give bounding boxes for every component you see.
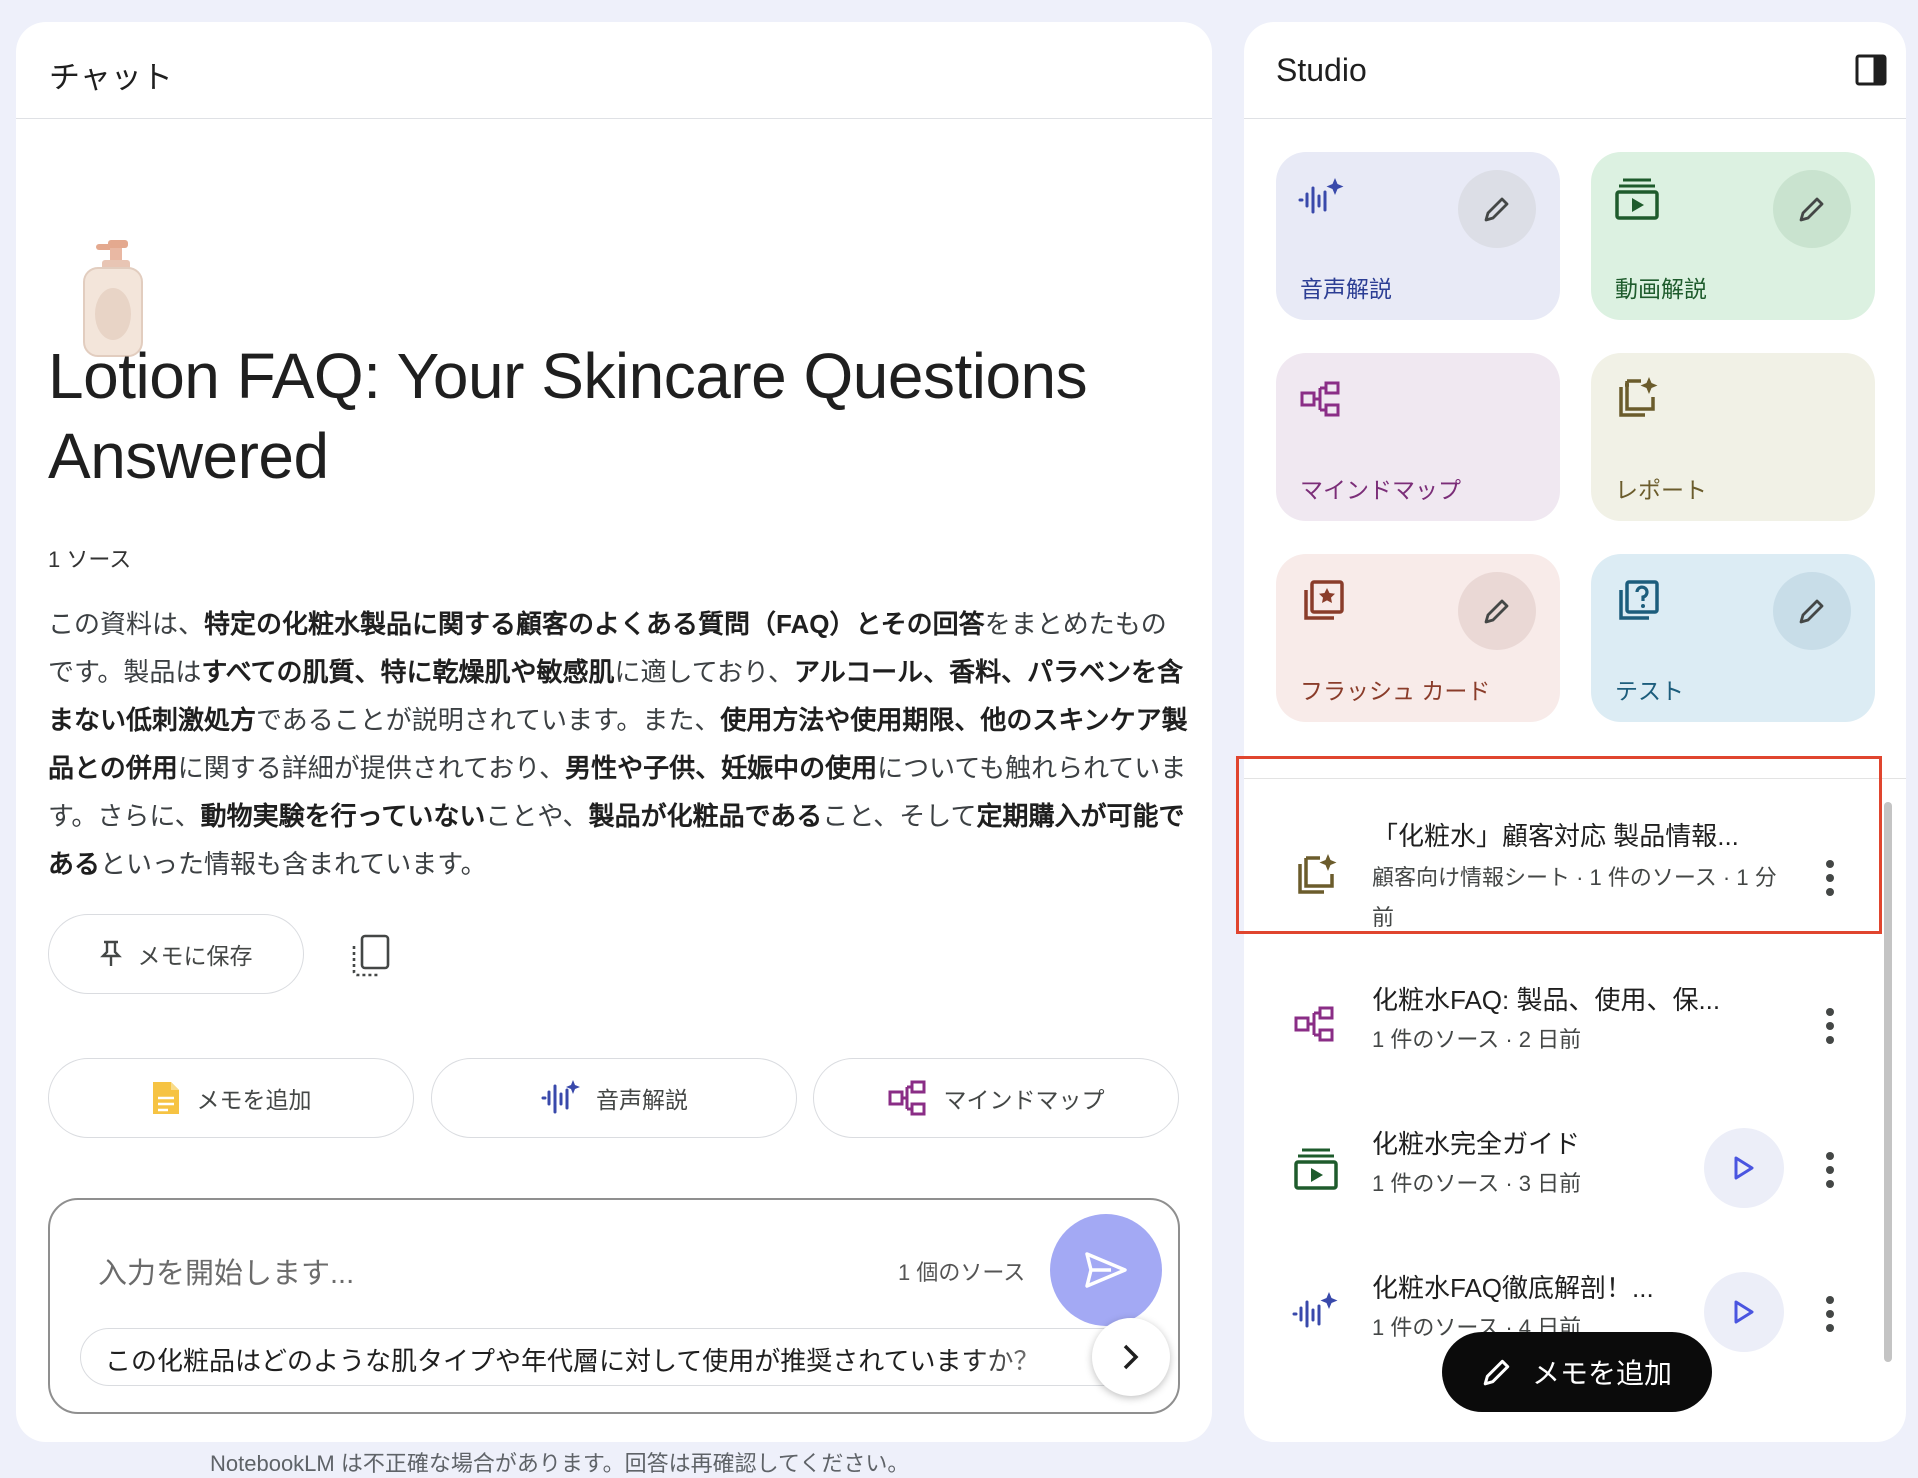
chat-header: チャット (16, 22, 1212, 119)
studio-note-item[interactable]: 化粧水完全ガイド 1 件のソース · 3 日前 (1244, 1106, 1884, 1246)
chat-input-box[interactable]: 入力を開始します... 1 個のソース この化粧品はどのような肌タイプや年代層に… (48, 1198, 1180, 1414)
studio-title: Studio (1276, 52, 1367, 88)
document-summary: この資料は、特定の化粧水製品に関する顧客のよくある質問（FAQ）とその回答をまと… (48, 600, 1188, 888)
more-vert-icon[interactable] (1820, 1146, 1840, 1194)
more-vert-icon[interactable] (1820, 1290, 1840, 1338)
report-icon (1619, 377, 1658, 417)
studio-note-item[interactable]: 化粧水FAQ: 製品、使用、保... 1 件のソース · 2 日前 (1244, 962, 1884, 1102)
save-to-note-label: メモに保存 (137, 943, 253, 969)
tile-label-audio: 音声解説 (1300, 276, 1392, 302)
pencil-icon (1799, 599, 1824, 624)
pencil-icon (1484, 197, 1509, 222)
pencil-icon (1484, 599, 1509, 624)
source-count: 1 ソース (48, 547, 132, 572)
note-meta: 1 件のソース · 2 日前 (1372, 1027, 1582, 1052)
more-vert-icon[interactable] (1820, 1002, 1840, 1050)
studio-tile-report[interactable]: レポート (1591, 353, 1875, 521)
mindmap-icon (1300, 381, 1340, 417)
flashcards-icon (1304, 580, 1344, 620)
studio-tile-video[interactable]: 動画解説 (1591, 152, 1875, 320)
report-icon (1298, 854, 1337, 894)
studio-panel: Studio 音声解説 動画解説 マインドマップ レポート フラッシュ カード … (1244, 22, 1906, 1442)
summary-bold-segment: 男性や子供、妊娠中の使用 (565, 753, 878, 783)
summary-segment: この資料は、 (48, 609, 205, 639)
more-vert-icon[interactable] (1820, 854, 1840, 902)
copy-icon[interactable] (350, 934, 392, 978)
play-icon (1734, 1156, 1754, 1180)
quiz-icon (1619, 580, 1659, 620)
send-icon (1085, 1252, 1127, 1288)
play-icon (1734, 1300, 1754, 1324)
mindmap-icon (1294, 1006, 1334, 1042)
studio-tile-flashcards[interactable]: フラッシュ カード (1276, 554, 1560, 722)
audio-sparkle-icon (541, 1080, 580, 1114)
video-icon (1294, 1148, 1338, 1190)
note-doc-icon (152, 1082, 179, 1114)
edit-quiz-button[interactable] (1773, 572, 1851, 650)
add-note-label: メモを追加 (1531, 1358, 1672, 1389)
studio-note-item[interactable]: 「化粧水」顧客対応 製品情報... 顧客向け情報シート · 1 件のソース · … (1244, 802, 1884, 950)
audio-overview-button[interactable]: 音声解説 (431, 1058, 797, 1138)
suggested-question-text: この化粧品はどのような肌タイプや年代層に対して使用が推奨されていますか？ (105, 1346, 1040, 1376)
tile-label-video: 動画解説 (1615, 276, 1707, 302)
summary-segment: ことや、 (485, 801, 589, 831)
chat-input-field[interactable]: 入力を開始します... (98, 1250, 354, 1292)
edit-flashcards-button[interactable] (1458, 572, 1536, 650)
summary-bold-segment: 動物実験を行っていない (200, 801, 486, 831)
note-title: 化粧水FAQ: 製品、使用、保... (1372, 985, 1721, 1015)
chevron-right-icon (1123, 1344, 1139, 1370)
document-title: Lotion FAQ: Your Skincare Questions Answ… (48, 340, 1088, 492)
summary-bold-segment: すべての肌質、特に乾燥肌や敏感肌 (201, 657, 615, 687)
pencil-icon (1483, 1359, 1510, 1386)
video-icon (1615, 178, 1659, 220)
next-suggestion-button[interactable] (1092, 1318, 1170, 1396)
tile-label-flashcards: フラッシュ カード (1300, 678, 1491, 704)
add-memo-button[interactable]: メモを追加 (48, 1058, 414, 1138)
studio-divider (1244, 778, 1906, 779)
studio-tile-quiz[interactable]: テスト (1591, 554, 1875, 722)
mindmap-button[interactable]: マインドマップ (813, 1058, 1179, 1138)
summary-segment: に適しており、 (614, 657, 794, 687)
audio-sparkle-icon (1292, 1292, 1338, 1328)
summary-bold-segment: 特定の化粧水製品に関する顧客のよくある質問（FAQ）とその回答 (204, 609, 985, 639)
summary-segment: こと、そして (822, 801, 977, 831)
save-to-note-button[interactable]: メモに保存 (48, 914, 304, 994)
play-button[interactable] (1704, 1128, 1784, 1208)
studio-tile-audio[interactable]: 音声解説 (1276, 152, 1560, 320)
chat-title: チャット (49, 60, 173, 95)
edit-video-button[interactable] (1773, 170, 1851, 248)
summary-segment: といった情報も含まれています。 (100, 849, 487, 879)
audio-sparkle-icon (1298, 178, 1344, 214)
add-note-fab[interactable]: メモを追加 (1442, 1332, 1712, 1412)
send-button[interactable] (1050, 1214, 1162, 1326)
pencil-icon (1799, 197, 1824, 222)
audio-overview-label: 音声解説 (596, 1087, 688, 1113)
suggested-question-chip[interactable]: この化粧品はどのような肌タイプや年代層に対して使用が推奨されていますか？ (80, 1328, 1130, 1386)
studio-tile-mindmap[interactable]: マインドマップ (1276, 353, 1560, 521)
note-meta: 顧客向け情報シート · 1 件のソース · 1 分前 (1372, 865, 1777, 930)
summary-bold-segment: 製品が化粧品である (588, 801, 823, 831)
mindmap-icon (888, 1080, 925, 1116)
play-button[interactable] (1704, 1272, 1784, 1352)
disclaimer-text: NotebookLM は不正確な場合があります。回答は再確認してください。 (210, 1451, 910, 1476)
pin-icon (99, 940, 122, 966)
note-meta: 1 件のソース · 3 日前 (1372, 1171, 1582, 1196)
chat-panel: チャット Lotion FAQ: Your Skincare Questions… (16, 22, 1212, 1442)
summary-segment: であることが説明されています。また、 (256, 705, 721, 735)
tile-label-quiz: テスト (1615, 678, 1684, 704)
summary-segment: に関する詳細が提供されており、 (177, 753, 566, 783)
studio-header: Studio (1244, 22, 1906, 119)
tile-label-mindmap: マインドマップ (1300, 477, 1461, 503)
input-source-count: 1 個のソース (898, 1260, 1026, 1285)
note-title: 「化粧水」顧客対応 製品情報... (1372, 821, 1739, 851)
scrollbar[interactable] (1884, 802, 1892, 1362)
add-memo-label: メモを追加 (196, 1087, 312, 1113)
panel-toggle-icon[interactable] (1854, 53, 1888, 87)
mindmap-label: マインドマップ (943, 1087, 1105, 1113)
edit-audio-button[interactable] (1458, 170, 1536, 248)
note-title: 化粧水FAQ徹底解剖！... (1372, 1273, 1654, 1303)
tile-label-report: レポート (1615, 477, 1707, 503)
